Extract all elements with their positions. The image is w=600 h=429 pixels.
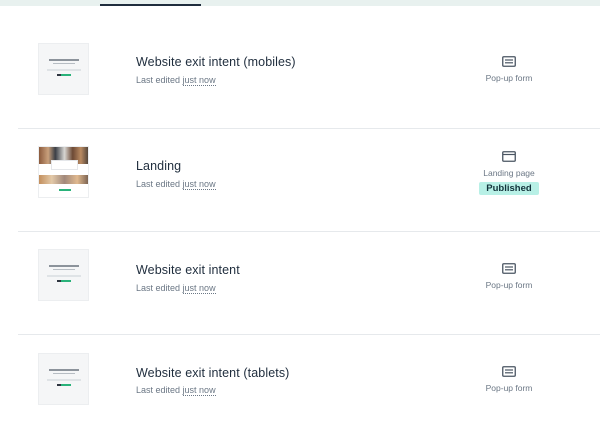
item-title[interactable]: Website exit intent (mobiles) [136, 55, 296, 69]
item-last-edited: Last edited just now [136, 283, 216, 294]
status-badge: Published [479, 182, 539, 195]
item-title[interactable]: Website exit intent [136, 263, 240, 277]
item-last-edited: Last edited just now [136, 75, 216, 86]
last-edited-time: just now [182, 385, 216, 396]
item-type-label: Landing page [483, 168, 535, 178]
item-type: Pop-up form [458, 56, 560, 83]
item-type-label: Pop-up form [485, 383, 533, 393]
list-item[interactable]: Landing Last edited just now Landing pag… [18, 129, 600, 232]
item-type-label: Pop-up form [485, 280, 533, 290]
last-edited-time: just now [182, 75, 216, 86]
list-item[interactable]: Website exit intent Last edited just now… [18, 232, 600, 335]
item-type: Pop-up form [458, 263, 560, 290]
popup-form-icon [502, 366, 516, 377]
preview-thumbnail[interactable] [38, 353, 89, 405]
list-item[interactable]: Website exit intent (mobiles) Last edite… [18, 26, 600, 129]
row-divider [18, 334, 600, 335]
popup-form-icon [502, 263, 516, 274]
item-type-label: Pop-up form [485, 73, 533, 83]
popup-form-icon [502, 56, 516, 67]
item-last-edited: Last edited just now [136, 179, 216, 190]
preview-thumbnail[interactable] [38, 43, 89, 95]
active-tab-indicator [100, 4, 201, 6]
item-type: Pop-up form [458, 366, 560, 393]
preview-thumbnail[interactable] [38, 146, 89, 198]
item-title[interactable]: Landing [136, 159, 181, 173]
list-item[interactable]: Website exit intent (tablets) Last edite… [18, 336, 600, 429]
landing-page-icon [502, 151, 516, 162]
last-edited-time: just now [182, 179, 216, 190]
item-last-edited: Last edited just now [136, 385, 216, 396]
item-title[interactable]: Website exit intent (tablets) [136, 366, 289, 380]
top-tab-bar [0, 0, 600, 6]
item-type: Landing page Published [458, 151, 560, 196]
last-edited-time: just now [182, 283, 216, 294]
preview-thumbnail[interactable] [38, 249, 89, 301]
